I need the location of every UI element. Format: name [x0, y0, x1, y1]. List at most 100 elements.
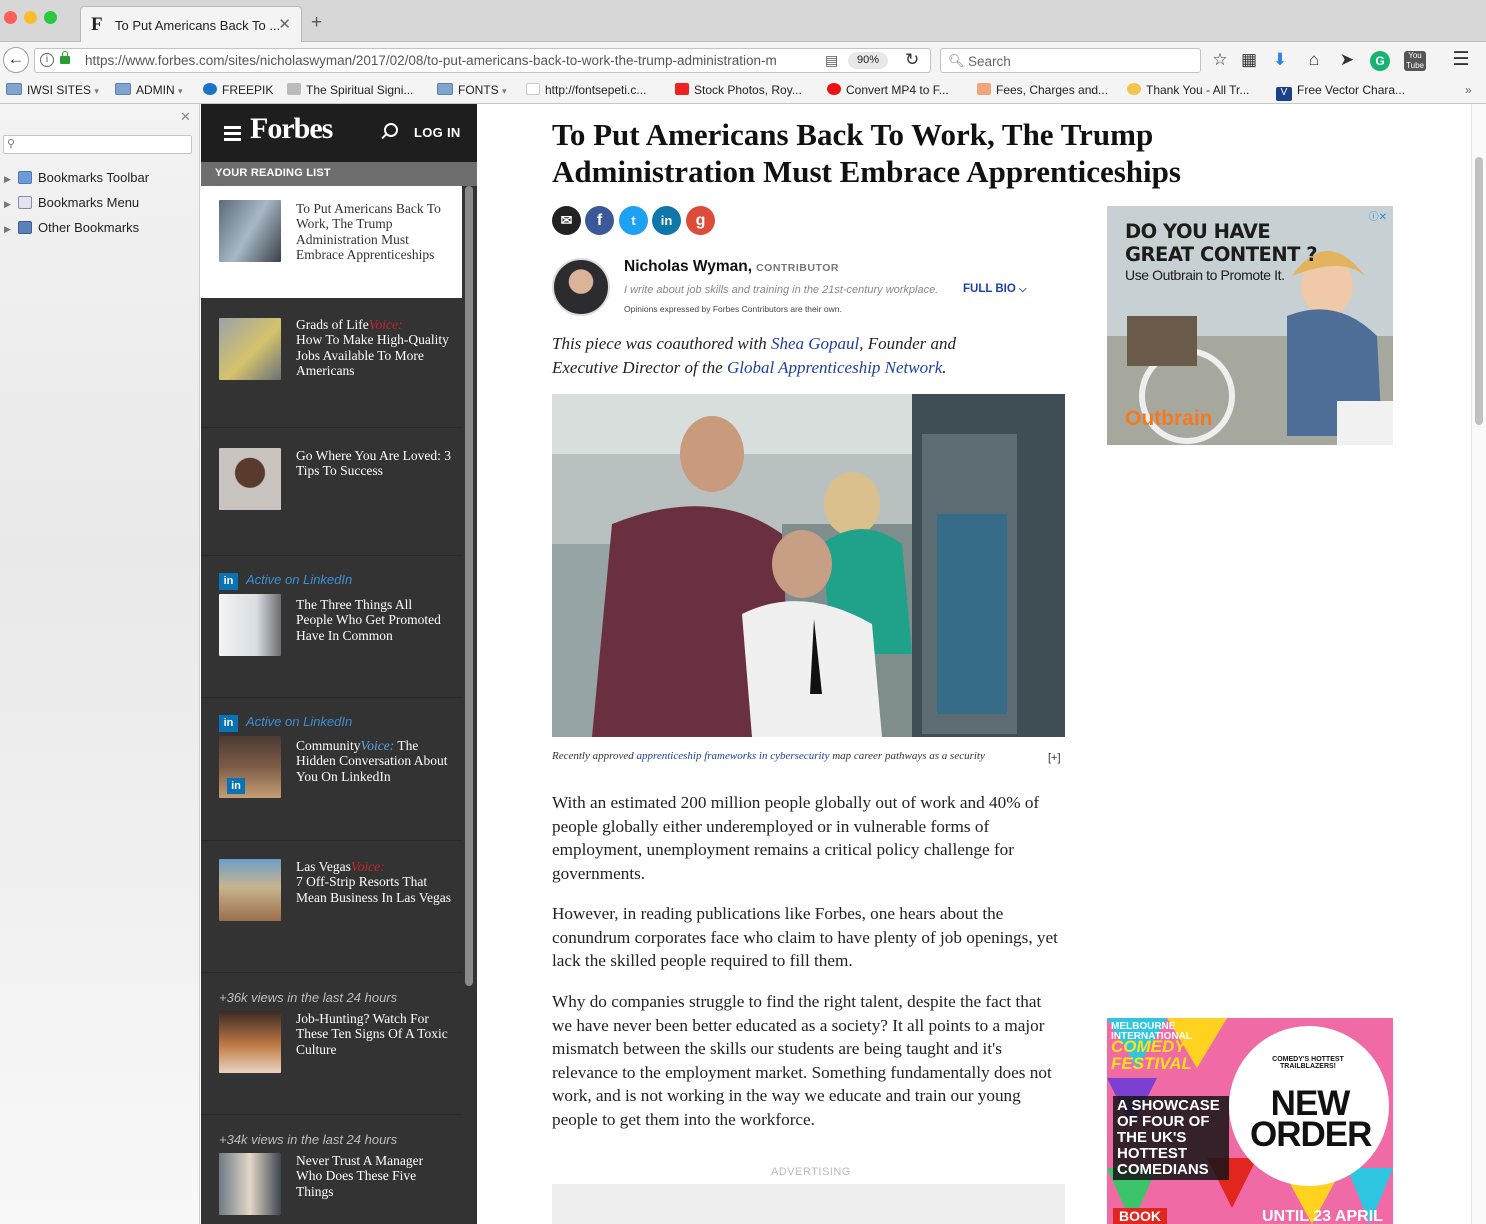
- menu-icon[interactable]: ☰: [1450, 50, 1472, 72]
- bookmark-stock-photos[interactable]: Stock Photos, Roy...: [675, 83, 802, 100]
- server-room-photo: [552, 394, 1065, 737]
- site-info-icon[interactable]: i: [40, 53, 54, 67]
- reading-list-item[interactable]: Grads of LifeVoice: How To Make High-Qual…: [201, 298, 462, 428]
- blank-page-icon: [526, 83, 540, 95]
- url-text[interactable]: https://www.forbes.com/sites/nicholaswym…: [85, 53, 800, 68]
- global-apprenticeship-network-link[interactable]: Global Apprenticeship Network: [727, 358, 942, 377]
- expand-triangle-icon[interactable]: ▶: [4, 224, 14, 235]
- outbrain-ad[interactable]: DO YOU HAVE GREAT CONTENT ? Use Outbrain …: [1107, 206, 1393, 445]
- folder-icon: [437, 83, 453, 95]
- reading-list-item[interactable]: +34k views in the last 24 hours Never Tr…: [201, 1115, 462, 1224]
- window-close-button[interactable]: [4, 11, 17, 24]
- sidebar-item-bookmarks-menu[interactable]: ▶ Bookmarks Menu: [4, 195, 139, 213]
- home-icon[interactable]: ⌂: [1303, 50, 1325, 72]
- reload-icon[interactable]: ↻: [905, 50, 919, 70]
- bookmark-spiritual[interactable]: The Spiritual Signi...: [287, 83, 413, 100]
- forbes-logo[interactable]: Forbes: [250, 112, 333, 146]
- bookmarks-toolbar: IWSI SITES ▾ ADMIN ▾ FREEPIK The Spiritu…: [0, 78, 1486, 104]
- google-plus-icon[interactable]: g: [686, 206, 715, 235]
- facebook-icon[interactable]: f: [585, 206, 614, 235]
- new-tab-button[interactable]: +: [311, 12, 322, 34]
- send-icon[interactable]: ➤: [1336, 50, 1358, 72]
- article-thumbnail: [219, 859, 281, 921]
- thank-you-site-icon: [1127, 83, 1141, 95]
- reading-list-icon[interactable]: ▦: [1238, 50, 1260, 72]
- opinion-disclaimer: Opinions expressed by Forbes Contributor…: [624, 304, 842, 314]
- author-avatar[interactable]: [552, 258, 610, 316]
- ad-book-button[interactable]: BOOK: [1113, 1208, 1167, 1224]
- bookmark-star-icon[interactable]: ☆: [1209, 50, 1231, 72]
- sidebar-search-input[interactable]: ⚲: [3, 135, 192, 154]
- reading-list-item[interactable]: Go Where You Are Loved: 3 Tips To Succes…: [201, 428, 462, 556]
- bookmarks-sidebar: ✕ ⚲ ▶ Bookmarks Toolbar ▶ Bookmarks Menu ▶…: [0, 104, 200, 1224]
- outbrain-logo: Outbrain: [1125, 407, 1213, 430]
- zoom-level[interactable]: 90%: [848, 52, 888, 69]
- reading-list-item[interactable]: +36k views in the last 24 hours Job-Hunt…: [201, 973, 462, 1115]
- page-scrollbar[interactable]: [1471, 104, 1486, 1224]
- window-zoom-button[interactable]: [44, 11, 57, 24]
- search-input[interactable]: 🔍︎ Search: [940, 48, 1201, 73]
- chevron-down-icon: ⌵: [1019, 284, 1027, 295]
- linkedin-icon[interactable]: in: [652, 206, 681, 235]
- reading-list-scrollbar[interactable]: [465, 186, 473, 986]
- bookmark-convert-mp4[interactable]: Convert MP4 to F...: [827, 83, 949, 100]
- comedy-festival-ad[interactable]: MELBOURNE INTERNATIONAL COMEDY FESTIVAL A …: [1107, 1018, 1393, 1224]
- reading-list-item-current[interactable]: To Put Americans Back To Work, The Trump…: [201, 186, 462, 298]
- full-bio-button[interactable]: FULL BIO ⌵: [963, 283, 1027, 295]
- article-title: To Put Americans Back To Work, The Trump…: [552, 117, 1181, 189]
- download-icon[interactable]: ⬇: [1269, 50, 1291, 72]
- site-icon: [287, 83, 301, 95]
- apprenticeship-frameworks-link[interactable]: apprenticeship frameworks in cybersecuri…: [637, 750, 830, 762]
- tab-active[interactable]: F To Put Americans Back To ... ✕: [80, 6, 302, 42]
- author-name[interactable]: Nicholas Wyman, CONTRIBUTOR: [624, 258, 839, 276]
- bookmark-fontsepeti[interactable]: http://fontsepeti.c...: [526, 83, 646, 100]
- inline-ad-slot[interactable]: [552, 1184, 1065, 1224]
- linkedin-tag: in Active on LinkedIn: [219, 572, 352, 590]
- article-photo[interactable]: [552, 394, 1065, 737]
- back-button[interactable]: ←: [3, 47, 29, 73]
- bookmark-fees[interactable]: Fees, Charges and...: [977, 83, 1108, 100]
- email-icon[interactable]: ✉: [552, 206, 581, 235]
- login-key-icon[interactable]: [384, 123, 398, 137]
- caption-expand-button[interactable]: [+]: [1048, 752, 1061, 764]
- reader-view-icon[interactable]: ▤: [825, 52, 838, 69]
- reading-list-title: Job-Hunting? Watch For These Ten Signs O…: [296, 1011, 448, 1057]
- forbes-favicon-icon: F: [91, 14, 103, 35]
- shea-gopaul-link[interactable]: Shea Gopaul: [771, 334, 859, 353]
- bookmark-folder-fonts[interactable]: FONTS ▾: [437, 83, 507, 100]
- login-button[interactable]: LOG IN: [414, 125, 461, 140]
- search-icon: 🔍︎: [948, 53, 965, 68]
- article-thumbnail: [219, 1011, 281, 1073]
- reading-list-title: Grads of LifeVoice: How To Make High-Qual…: [296, 317, 449, 378]
- bookmark-folder-iwsi[interactable]: IWSI SITES ▾: [6, 83, 99, 100]
- grammarly-icon[interactable]: G: [1370, 51, 1390, 71]
- expand-triangle-icon[interactable]: ▶: [4, 174, 14, 185]
- ad-showcase-text: A SHOWCASE OF FOUR OF THE UK'S HOTTEST C…: [1113, 1096, 1229, 1180]
- bookmark-freepik[interactable]: FREEPIK: [203, 83, 273, 100]
- tab-bar: F To Put Americans Back To ... ✕ +: [0, 0, 1486, 42]
- forbes-header: Forbes LOG IN: [201, 104, 477, 162]
- sidebar-item-bookmarks-toolbar[interactable]: ▶ Bookmarks Toolbar: [4, 170, 149, 188]
- window-minimize-button[interactable]: [24, 11, 37, 24]
- adchoices-icon[interactable]: ⓘ✕: [1369, 208, 1387, 223]
- reading-list-item[interactable]: in Active on LinkedIn The Three Things Al…: [201, 556, 462, 698]
- reading-list-item[interactable]: in Active on LinkedIn in CommunityVoice: …: [201, 698, 462, 841]
- page-scrollbar-thumb[interactable]: [1475, 157, 1483, 425]
- bookmark-folder-admin[interactable]: ADMIN ▾: [115, 83, 183, 100]
- hamburger-menu-icon[interactable]: [224, 126, 241, 144]
- close-sidebar-icon[interactable]: ✕: [180, 109, 191, 125]
- bookmark-free-vector[interactable]: V Free Vector Chara...: [1276, 83, 1405, 101]
- close-tab-icon[interactable]: ✕: [278, 15, 291, 33]
- youtube-icon[interactable]: You Tube: [1404, 51, 1426, 71]
- expand-triangle-icon[interactable]: ▶: [4, 199, 14, 210]
- navigation-toolbar: ← i https://www.forbes.com/sites/nichola…: [0, 42, 1486, 78]
- sidebar-item-other-bookmarks[interactable]: ▶ Other Bookmarks: [4, 220, 139, 238]
- url-bar[interactable]: i https://www.forbes.com/sites/nicholasw…: [34, 48, 931, 73]
- twitter-icon[interactable]: t: [619, 206, 648, 235]
- forbes-reading-panel: Forbes LOG IN YOUR READING LIST To Put A…: [201, 104, 477, 1224]
- bookmarks-overflow-icon[interactable]: »: [1465, 83, 1472, 100]
- tab-title: To Put Americans Back To ...: [115, 18, 281, 33]
- bookmark-thank-you[interactable]: Thank You - All Tr...: [1127, 83, 1249, 100]
- stock-photo-icon: [675, 83, 689, 95]
- reading-list-item[interactable]: Las VegasVoice: 7 Off-Strip Resorts That …: [201, 841, 462, 973]
